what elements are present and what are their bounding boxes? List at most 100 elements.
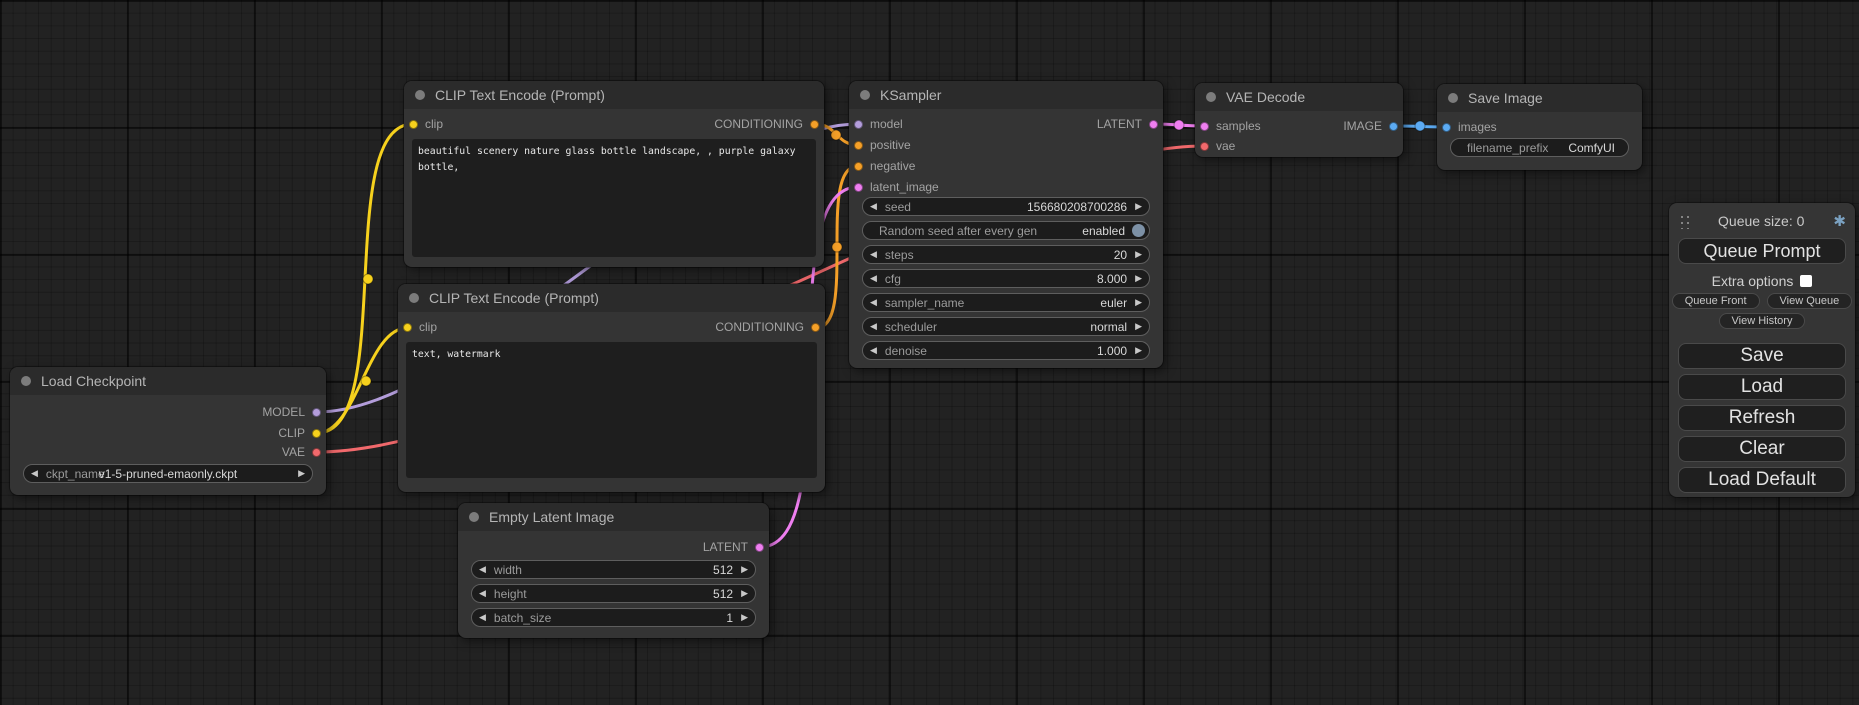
collapse-dot-icon[interactable] [409,293,419,303]
queue-size-label: Queue size: 0 [1689,213,1833,229]
decrement-arrow-icon[interactable]: ◀ [479,565,486,574]
model-input-dot[interactable] [854,120,863,129]
conditioning-output-dot[interactable] [810,120,819,129]
collapse-dot-icon[interactable] [415,90,425,100]
widget-label: steps [885,248,914,262]
widget-batch-size[interactable]: ◀ batch_size 1 ▶ [471,608,756,627]
clip-input-dot[interactable] [409,120,418,129]
extra-options-checkbox[interactable] [1800,275,1812,287]
increment-arrow-icon[interactable]: ▶ [741,613,748,622]
decrement-arrow-icon[interactable]: ◀ [870,202,877,211]
node-clip-text-encode-negative[interactable]: CLIP Text Encode (Prompt) clip CONDITION… [398,284,825,492]
view-history-button[interactable]: View History [1719,313,1806,329]
clear-button[interactable]: Clear [1678,436,1846,462]
model-output-dot[interactable] [312,408,321,417]
increment-arrow-icon[interactable]: ▶ [741,589,748,598]
save-button[interactable]: Save [1678,343,1846,369]
widget-sampler-name[interactable]: ◀ sampler_name euler ▶ [862,293,1150,312]
widget-steps[interactable]: ◀ steps 20 ▶ [862,245,1150,264]
decrement-arrow-icon[interactable]: ◀ [870,250,877,259]
images-input-dot[interactable] [1442,123,1451,132]
widget-value: enabled [1082,224,1125,238]
slot-label: CONDITIONING [715,320,804,334]
positive-prompt-textarea[interactable]: beautiful scenery nature glass bottle la… [412,139,816,257]
node-title-bar[interactable]: KSampler [849,81,1163,109]
clip-input-dot[interactable] [403,323,412,332]
node-load-checkpoint[interactable]: Load Checkpoint MODEL CLIP VAE ◀ ckpt_na… [10,367,326,495]
latent-output-dot[interactable] [755,543,764,552]
image-output-dot[interactable] [1389,122,1398,131]
output-slot-latent: LATENT [1097,114,1158,134]
widget-label: filename_prefix [1467,141,1548,155]
drag-handle-icon[interactable] [1679,213,1689,229]
node-empty-latent-image[interactable]: Empty Latent Image LATENT ◀ width 512 ▶ … [458,503,769,638]
input-slot-model: model [854,114,903,134]
widget-value: 156680208700286 [1027,200,1127,214]
widget-seed[interactable]: ◀ seed 156680208700286 ▶ [862,197,1150,216]
widget-height[interactable]: ◀ height 512 ▶ [471,584,756,603]
widget-label: sampler_name [885,296,964,310]
node-title-bar[interactable]: Save Image [1437,84,1642,112]
toggle-knob[interactable] [1132,224,1145,237]
collapse-dot-icon[interactable] [469,512,479,522]
node-title-bar[interactable]: Empty Latent Image [458,503,769,531]
widget-denoise[interactable]: ◀ denoise 1.000 ▶ [862,341,1150,360]
node-save-image[interactable]: Save Image images filename_prefix ComfyU… [1437,84,1642,170]
widget-scheduler[interactable]: ◀ scheduler normal ▶ [862,317,1150,336]
decrement-arrow-icon[interactable]: ◀ [479,613,486,622]
clip-output-dot[interactable] [312,429,321,438]
widget-filename-prefix[interactable]: filename_prefix ComfyUI [1450,138,1629,157]
collapse-dot-icon[interactable] [21,376,31,386]
increment-arrow-icon[interactable]: ▶ [1135,202,1142,211]
vae-input-dot[interactable] [1200,142,1209,151]
negative-prompt-textarea[interactable]: text, watermark [406,342,817,478]
node-title-bar[interactable]: CLIP Text Encode (Prompt) [398,284,825,312]
decrement-arrow-icon[interactable]: ◀ [870,274,877,283]
settings-gear-icon[interactable]: ✱ [1833,214,1846,229]
negative-input-dot[interactable] [854,162,863,171]
increment-arrow-icon[interactable]: ▶ [1135,346,1142,355]
collapse-dot-icon[interactable] [860,90,870,100]
increment-arrow-icon[interactable]: ▶ [1135,322,1142,331]
decrement-arrow-icon[interactable]: ◀ [870,298,877,307]
graph-canvas[interactable]: Load Checkpoint MODEL CLIP VAE ◀ ckpt_na… [0,0,1859,705]
decrement-arrow-icon[interactable]: ◀ [479,589,486,598]
refresh-button[interactable]: Refresh [1678,405,1846,431]
output-slot-clip: CLIP [278,423,321,443]
queue-front-button[interactable]: Queue Front [1672,293,1760,309]
widget-value: 1 [726,611,733,625]
collapse-dot-icon[interactable] [1206,92,1216,102]
queue-prompt-button[interactable]: Queue Prompt [1678,238,1846,264]
conditioning-output-dot[interactable] [811,323,820,332]
decrement-arrow-icon[interactable]: ◀ [870,346,877,355]
samples-input-dot[interactable] [1200,122,1209,131]
widget-ckpt-name[interactable]: ◀ ckpt_name v1-5-pruned-emaonly.ckpt ▶ [23,464,313,483]
slot-label: samples [1216,119,1261,133]
decrement-arrow-icon[interactable]: ◀ [870,322,877,331]
increment-arrow-icon[interactable]: ▶ [741,565,748,574]
node-clip-text-encode-positive[interactable]: CLIP Text Encode (Prompt) clip CONDITION… [404,81,824,267]
load-button[interactable]: Load [1678,374,1846,400]
input-slot-positive: positive [854,135,911,155]
increment-arrow-icon[interactable]: ▶ [1135,250,1142,259]
load-default-button[interactable]: Load Default [1678,467,1846,493]
node-ksampler[interactable]: KSampler model positive negative latent_… [849,81,1163,368]
widget-width[interactable]: ◀ width 512 ▶ [471,560,756,579]
node-vae-decode[interactable]: VAE Decode samples vae IMAGE [1195,83,1403,157]
node-title: CLIP Text Encode (Prompt) [435,87,605,103]
node-title-bar[interactable]: CLIP Text Encode (Prompt) [404,81,824,109]
view-queue-button[interactable]: View Queue [1767,293,1853,309]
positive-input-dot[interactable] [854,141,863,150]
vae-output-dot[interactable] [312,448,321,457]
increment-arrow-icon[interactable]: ▶ [1135,274,1142,283]
collapse-dot-icon[interactable] [1448,93,1458,103]
latent-output-dot[interactable] [1149,120,1158,129]
latent-image-input-dot[interactable] [854,183,863,192]
node-title-bar[interactable]: Load Checkpoint [10,367,326,395]
widget-value: 20 [1114,248,1127,262]
widget-random-seed-toggle[interactable]: Random seed after every gen enabled [862,221,1150,240]
widget-cfg[interactable]: ◀ cfg 8.000 ▶ [862,269,1150,288]
increment-arrow-icon[interactable]: ▶ [1135,298,1142,307]
node-title-bar[interactable]: VAE Decode [1195,83,1403,111]
widget-value: v1-5-pruned-emaonly.ckpt [24,467,312,481]
